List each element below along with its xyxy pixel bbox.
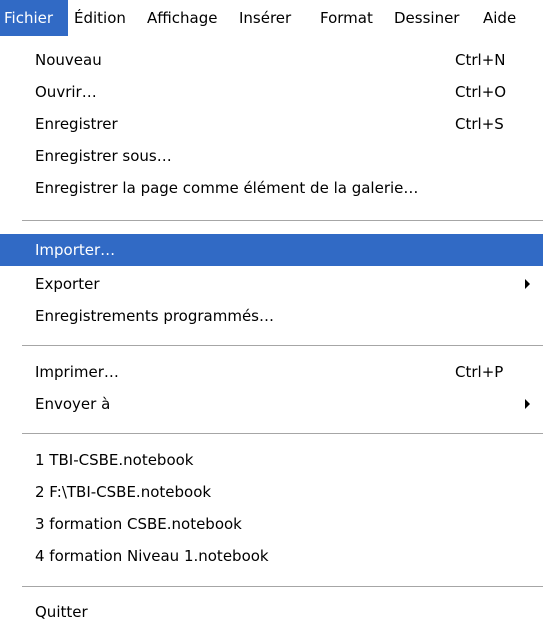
menu-item-shortcut: Ctrl+S (455, 115, 504, 133)
menu-item-label: 2 F:\TBI-CSBE.notebook (35, 483, 212, 501)
menu-separator (22, 345, 543, 347)
menu-item-save-as[interactable]: Enregistrer sous… (0, 140, 543, 172)
menu-item-label: Exporter (35, 275, 100, 293)
menu-item-shortcut: Ctrl+P (455, 363, 504, 381)
recent-file-item[interactable]: 1 TBI-CSBE.notebook (0, 444, 543, 476)
menu-item-save-gallery[interactable]: Enregistrer la page comme élément de la … (0, 172, 543, 204)
menu-separator (22, 433, 543, 435)
menu-item-label: Quitter (35, 603, 88, 621)
menu-item-open[interactable]: Ouvrir… Ctrl+O (0, 76, 543, 108)
menu-item-label: Enregistrer la page comme élément de la … (35, 179, 419, 197)
menu-bar: Fichier Édition Affichage Insérer Format… (0, 0, 543, 36)
menu-item-save[interactable]: Enregistrer Ctrl+S (0, 108, 543, 140)
menu-item-label: Importer… (35, 241, 116, 259)
menu-separator (22, 220, 543, 222)
file-menu-dropdown: Nouveau Ctrl+N Ouvrir… Ctrl+O Enregistre… (0, 40, 543, 635)
submenu-arrow-icon (525, 399, 530, 409)
submenu-arrow-icon (525, 279, 530, 289)
menu-item-export[interactable]: Exporter (0, 268, 543, 300)
menu-item-label: Nouveau (35, 51, 102, 69)
recent-file-item[interactable]: 3 formation CSBE.notebook (0, 508, 543, 540)
menu-item-send-to[interactable]: Envoyer à (0, 388, 543, 420)
menu-item-print[interactable]: Imprimer… Ctrl+P (0, 356, 543, 388)
menu-item-shortcut: Ctrl+N (455, 51, 506, 69)
menu-affichage[interactable]: Affichage (141, 0, 233, 36)
menu-item-label: Imprimer… (35, 363, 119, 381)
menu-dessiner[interactable]: Dessiner (388, 0, 477, 36)
menu-item-label: Enregistrements programmés… (35, 307, 274, 325)
recent-file-item[interactable]: 2 F:\TBI-CSBE.notebook (0, 476, 543, 508)
menu-edition[interactable]: Édition (68, 0, 141, 36)
menu-item-shortcut: Ctrl+O (455, 83, 507, 101)
menu-fichier[interactable]: Fichier (0, 0, 68, 36)
recent-file-item[interactable]: 4 formation Niveau 1.notebook (0, 540, 543, 572)
menu-aide[interactable]: Aide (477, 0, 543, 36)
menu-item-label: Ouvrir… (35, 83, 97, 101)
menu-item-label: Enregistrer sous… (35, 147, 172, 165)
menu-item-import[interactable]: Importer… (0, 234, 543, 266)
menu-inserer[interactable]: Insérer (233, 0, 314, 36)
menu-format[interactable]: Format (314, 0, 388, 36)
menu-item-label: 4 formation Niveau 1.notebook (35, 547, 269, 565)
menu-item-new[interactable]: Nouveau Ctrl+N (0, 44, 543, 76)
menu-item-label: 1 TBI-CSBE.notebook (35, 451, 194, 469)
menu-item-label: 3 formation CSBE.notebook (35, 515, 242, 533)
menu-item-label: Envoyer à (35, 395, 111, 413)
menu-item-quit[interactable]: Quitter (0, 596, 543, 628)
menu-separator (22, 586, 543, 588)
menu-item-label: Enregistrer (35, 115, 118, 133)
menu-item-scheduled-saves[interactable]: Enregistrements programmés… (0, 300, 543, 332)
